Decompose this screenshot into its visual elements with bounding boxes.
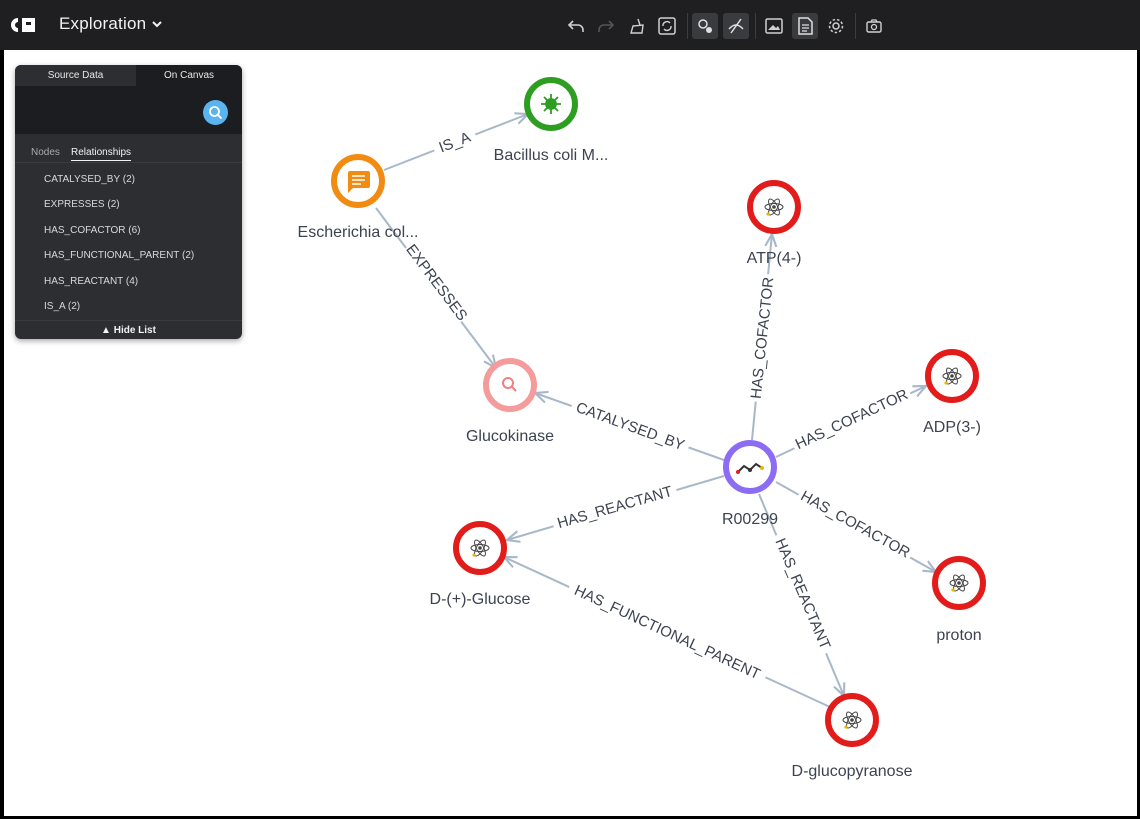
node-label-atp: ATP(4-) [747, 250, 802, 267]
panel-tabs: Source Data On Canvas [15, 65, 242, 86]
app-window: Exploration IS_A EXPRESSES HAS_COFACTOR … [0, 0, 1140, 819]
tab-source-data[interactable]: Source Data [15, 65, 136, 86]
node-bacillus[interactable]: Bacillus coli M... [494, 77, 609, 164]
list-item[interactable]: HAS_FUNCTIONAL_PARENT (2) [44, 250, 194, 261]
panel-sub-tabs: Nodes Relationships [15, 143, 242, 163]
tab-on-canvas[interactable]: On Canvas [136, 65, 242, 86]
list-item[interactable]: IS_A (2) [44, 301, 80, 312]
node-r00299[interactable]: R00299 [722, 440, 778, 528]
search-icon [209, 106, 223, 120]
edge-label-has-cofactor-adp: HAS_COFACTOR [793, 386, 911, 453]
node-label-adp: ADP(3-) [923, 419, 981, 436]
node-label-glucokinase: Glucokinase [466, 428, 554, 445]
edge-label-is-a: IS_A [437, 129, 473, 157]
edge-label-has-functional-parent: HAS_FUNCTIONAL_PARENT [572, 582, 763, 683]
node-label-proton: proton [936, 627, 981, 644]
node-adp[interactable]: ADP(3-) [923, 349, 981, 436]
list-item[interactable]: CATALYSED_BY (2) [44, 174, 135, 185]
edge-label-has-reactant-glucose: HAS_REACTANT [555, 483, 674, 532]
node-label-bacillus: Bacillus coli M... [494, 147, 609, 164]
tab-nodes[interactable]: Nodes [31, 147, 60, 158]
node-glucopyranose[interactable]: D-glucopyranose [792, 693, 913, 780]
list-item[interactable]: EXPRESSES (2) [44, 199, 120, 210]
edge-label-has-cofactor-proton: HAS_COFACTOR [798, 487, 913, 561]
node-label-escherichia: Escherichia col... [298, 224, 419, 241]
list-item[interactable]: HAS_REACTANT (4) [44, 276, 138, 287]
node-atp[interactable]: ATP(4-) [747, 180, 802, 267]
edge-label-expresses: EXPRESSES [402, 241, 470, 324]
node-escherichia[interactable]: Escherichia col... [298, 154, 419, 241]
node-label-r00299: R00299 [722, 511, 778, 528]
edge-label-catalysed-by: CATALYSED_BY [574, 399, 687, 454]
node-proton[interactable]: proton [932, 556, 986, 644]
tab-relationships[interactable]: Relationships [71, 147, 132, 161]
node-label-glucopyranose: D-glucopyranose [792, 763, 913, 780]
search-button[interactable] [203, 100, 228, 125]
hide-list-button[interactable]: ▲ Hide List [15, 320, 242, 339]
edge-label-has-reactant-glucopyranose: HAS_REACTANT [771, 536, 833, 652]
source-data-panel: Source Data On Canvas Nodes Relationship… [15, 65, 242, 339]
node-glucokinase[interactable]: Glucokinase [466, 358, 554, 445]
node-label-glucose: D-(+)-Glucose [430, 591, 531, 608]
list-item[interactable]: HAS_COFACTOR (6) [44, 225, 141, 236]
bacteria-icon [541, 94, 561, 114]
